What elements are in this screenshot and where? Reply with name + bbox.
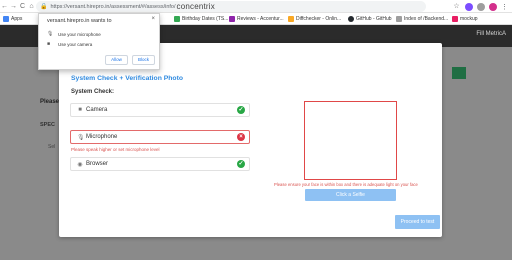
browser-icon: ◉ xyxy=(77,161,83,168)
system-check-label: System Check: xyxy=(71,89,115,95)
sheet-icon xyxy=(174,16,180,22)
bookmark-apps[interactable]: Apps xyxy=(3,16,22,22)
reload-icon[interactable]: C xyxy=(18,0,27,13)
modal-title: System Check + Verification Photo xyxy=(71,75,183,82)
check-row-camera: ■ Camera ✓ xyxy=(70,103,250,117)
url-text: https://versant.hirepro.in/assessment/#/… xyxy=(50,3,176,10)
extension-icon[interactable] xyxy=(477,2,485,11)
permission-item-microphone: 🎙 Use your microphone xyxy=(47,31,101,37)
check-success-icon: ✓ xyxy=(237,106,245,114)
microphone-error-text: Please speak higher or set microphone le… xyxy=(71,147,160,152)
github-icon xyxy=(348,16,354,22)
proceed-to-test-button[interactable]: Proceed to test xyxy=(395,215,440,229)
bookmark-item[interactable]: mockup xyxy=(452,16,478,22)
avatar[interactable] xyxy=(489,2,497,11)
background-text: Sel xyxy=(48,144,56,150)
check-row-microphone: 🎙 Microphone × xyxy=(70,130,250,144)
url-text-tail: concentrix xyxy=(176,2,215,11)
permission-item-camera: ■ Use your camera xyxy=(47,41,92,47)
bookmark-item[interactable]: Reviews - Accentur... xyxy=(229,16,284,22)
permission-title: versant.hirepro.in wants to xyxy=(47,18,112,24)
bookmark-icon xyxy=(452,16,458,22)
folder-icon xyxy=(396,16,402,22)
block-button[interactable]: Block xyxy=(132,55,155,65)
menu-icon[interactable]: ⋮ xyxy=(501,3,508,11)
camera-icon: ■ xyxy=(47,41,51,47)
forward-arrow-icon[interactable]: → xyxy=(9,0,18,13)
permission-popup: × versant.hirepro.in wants to 🎙 Use your… xyxy=(38,13,160,70)
extension-icon[interactable] xyxy=(465,2,473,11)
system-check-modal: System Check + Verification Photo System… xyxy=(59,43,442,237)
back-arrow-icon[interactable]: ← xyxy=(0,0,9,13)
bookmark-item[interactable]: Diffchecker - Onlin... xyxy=(288,16,341,22)
camera-instruction-text: Please ensure your face is within box an… xyxy=(274,182,418,187)
lock-icon: 🔒 xyxy=(40,4,48,10)
check-label: Browser xyxy=(86,161,109,167)
bookmark-item[interactable]: Index of /Backend... xyxy=(396,16,448,22)
bookmark-icon xyxy=(229,16,235,22)
microphone-icon: 🎙 xyxy=(47,31,54,37)
microphone-icon: 🎙 xyxy=(77,134,85,141)
close-icon[interactable]: × xyxy=(151,16,155,22)
check-success-icon: ✓ xyxy=(237,160,245,168)
app-brand: Fill MetricA xyxy=(476,31,506,37)
url-field[interactable]: 🔒 https://versant.hirepro.in/assessment/… xyxy=(36,1,426,12)
home-icon[interactable]: ⌂ xyxy=(27,0,36,13)
bookmark-item[interactable]: GitHub - GitHub xyxy=(348,16,392,22)
background-heading: Please xyxy=(40,99,60,105)
camera-preview xyxy=(304,101,397,180)
toolbar-extensions: ☆ ⋮ xyxy=(452,1,508,12)
background-section-label: SPEC xyxy=(40,122,55,128)
click-selfie-button[interactable]: Click a Selfie xyxy=(305,189,396,201)
check-label: Microphone xyxy=(86,134,118,140)
allow-button[interactable]: Allow xyxy=(105,55,128,65)
background-button xyxy=(452,67,466,79)
bookmark-icon xyxy=(288,16,294,22)
camera-icon: ■ xyxy=(78,107,82,113)
permission-text: Use your microphone xyxy=(58,31,101,37)
bookmark-item[interactable]: Birthday Dates (TS... xyxy=(174,16,228,22)
check-error-icon: × xyxy=(237,133,245,141)
browser-address-bar: ← → C ⌂ 🔒 https://versant.hirepro.in/ass… xyxy=(0,0,512,13)
star-icon[interactable]: ☆ xyxy=(452,0,461,13)
check-row-browser: ◉ Browser ✓ xyxy=(70,157,250,171)
permission-text: Use your camera xyxy=(58,41,93,47)
check-label: Camera xyxy=(86,107,108,113)
apps-icon xyxy=(3,16,9,22)
